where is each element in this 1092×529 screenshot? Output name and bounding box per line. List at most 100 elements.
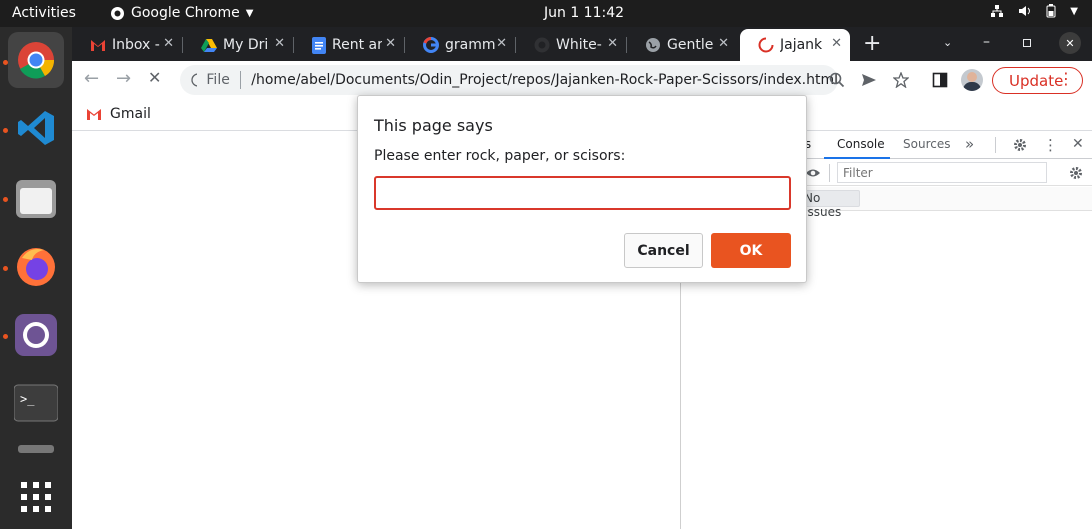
avatar[interactable] xyxy=(961,69,983,91)
folder-icon xyxy=(16,180,56,218)
close-icon[interactable]: ✕ xyxy=(718,36,729,51)
dialog-message: Please enter rock, paper, or scisors: xyxy=(374,148,626,164)
close-icon[interactable]: ✕ xyxy=(274,36,285,51)
scheme-label: File xyxy=(206,72,230,88)
dock-firefox[interactable] xyxy=(8,238,64,294)
dock-chrome[interactable] xyxy=(8,32,64,88)
close-icon[interactable]: ✕ xyxy=(1072,136,1084,152)
firefox-icon xyxy=(17,248,55,286)
zoom-icon[interactable] xyxy=(829,72,845,88)
gmail-icon xyxy=(87,109,101,120)
running-indicator xyxy=(3,266,8,271)
chrome-icon xyxy=(18,42,55,79)
tab-title: Rent ar xyxy=(332,37,382,53)
divider xyxy=(829,164,830,182)
dock-github[interactable] xyxy=(8,307,64,363)
close-icon[interactable]: ✕ xyxy=(496,36,507,51)
tab-github[interactable]: White- ✕ xyxy=(516,29,626,61)
chevron-down-icon: ▼ xyxy=(1070,5,1078,17)
dock: >_ xyxy=(0,27,72,529)
more-vert-icon[interactable]: ⋮ xyxy=(1043,136,1058,154)
system-top-bar: Activities Google Chrome ▼ Jun 1 11:42 ▼ xyxy=(0,0,1092,27)
close-window-button[interactable]: ✕ xyxy=(1059,32,1081,54)
tab-jajanken[interactable]: Jajank ✕ xyxy=(740,29,850,61)
new-tab-button[interactable]: + xyxy=(863,31,881,56)
tab-drive[interactable]: My Dri ✕ xyxy=(183,29,293,61)
browser-toolbar: ← → ✕ File /home/abel/Documents/Odin_Pro… xyxy=(72,61,1092,98)
gmail-icon xyxy=(91,40,105,51)
update-button[interactable]: Update ⋮ xyxy=(992,67,1083,94)
show-apps-button[interactable] xyxy=(8,469,64,525)
cancel-button[interactable]: Cancel xyxy=(624,233,703,268)
battery-icon xyxy=(1046,4,1056,18)
issues-badge[interactable]: No Issues xyxy=(799,190,860,219)
settings-gear-icon[interactable] xyxy=(1013,138,1027,152)
eye-icon[interactable] xyxy=(805,167,821,179)
chrome-icon xyxy=(111,6,124,20)
tab-title: Inbox - xyxy=(112,37,160,53)
running-indicator xyxy=(3,128,8,133)
google-icon xyxy=(423,37,439,53)
dock-terminal[interactable]: >_ xyxy=(8,375,64,431)
bookmark-label: Gmail xyxy=(110,106,151,122)
tab-search-icon[interactable]: ⌄ xyxy=(943,36,952,49)
update-label: Update xyxy=(1009,71,1064,90)
prompt-dialog: This page says Please enter rock, paper,… xyxy=(357,95,807,283)
restore-button[interactable] xyxy=(1023,39,1031,47)
terminal-icon: >_ xyxy=(14,384,58,422)
tab-sources[interactable]: Sources xyxy=(903,137,950,151)
app-grid-icon xyxy=(21,482,51,512)
tab-title: My Dri xyxy=(223,37,269,53)
console-settings-gear-icon[interactable] xyxy=(1069,166,1083,180)
clock[interactable]: Jun 1 11:42 xyxy=(544,5,624,21)
tab-docs[interactable]: Rent ar ✕ xyxy=(294,29,404,61)
activities-button[interactable]: Activities xyxy=(12,5,76,21)
minimize-button[interactable]: – xyxy=(983,34,990,50)
volume-icon xyxy=(1019,6,1031,16)
system-tray[interactable]: ▼ xyxy=(990,4,1078,18)
tab-globe[interactable]: Gentle ✕ xyxy=(627,29,737,61)
more-vert-icon: ⋮ xyxy=(1058,69,1074,88)
dock-vscode[interactable] xyxy=(8,100,64,156)
bookmark-star-icon[interactable] xyxy=(893,72,909,88)
tab-console-label: Console xyxy=(837,137,885,151)
tab-title: Jajank xyxy=(780,37,823,53)
console-filter-input[interactable] xyxy=(837,162,1047,183)
tab-title: White- xyxy=(556,37,602,53)
svg-text:>_: >_ xyxy=(20,392,35,406)
trash-icon xyxy=(18,445,54,453)
tab-google[interactable]: gramm ✕ xyxy=(405,29,515,61)
side-panel-icon[interactable] xyxy=(932,72,948,88)
dock-files[interactable] xyxy=(8,170,64,226)
tab-title: Gentle xyxy=(667,37,714,53)
forward-button[interactable]: → xyxy=(116,68,131,89)
chevron-down-icon: ▼ xyxy=(245,7,254,19)
docs-icon xyxy=(312,36,326,54)
tab-title: gramm xyxy=(445,37,495,53)
github-icon xyxy=(534,37,550,53)
share-icon[interactable] xyxy=(861,72,877,88)
omnibox[interactable]: File /home/abel/Documents/Odin_Project/r… xyxy=(180,65,909,95)
dialog-title: This page says xyxy=(374,116,493,135)
close-icon[interactable]: ✕ xyxy=(385,36,396,51)
loading-icon xyxy=(758,37,774,53)
close-icon[interactable]: ✕ xyxy=(607,36,618,51)
bookmark-gmail[interactable]: Gmail xyxy=(86,106,151,122)
vscode-icon xyxy=(18,111,54,145)
close-icon[interactable]: ✕ xyxy=(831,36,842,51)
network-icon xyxy=(991,5,1004,17)
app-menu[interactable]: Google Chrome ▼ xyxy=(110,5,253,21)
tab-gmail[interactable]: Inbox - ✕ xyxy=(72,29,182,61)
tab-console[interactable]: Console xyxy=(824,132,890,159)
globe-icon xyxy=(646,38,660,52)
dock-trash[interactable] xyxy=(8,443,64,453)
back-button[interactable]: ← xyxy=(84,68,99,89)
close-icon[interactable]: ✕ xyxy=(163,36,174,51)
stop-loading-button[interactable]: ✕ xyxy=(148,68,161,87)
more-tabs-icon[interactable]: » xyxy=(965,135,974,153)
drive-icon xyxy=(201,39,217,52)
prompt-input[interactable] xyxy=(374,176,791,210)
url-text: /home/abel/Documents/Odin_Project/repos/… xyxy=(251,72,838,88)
running-indicator xyxy=(3,197,8,202)
ok-button[interactable]: OK xyxy=(711,233,791,268)
